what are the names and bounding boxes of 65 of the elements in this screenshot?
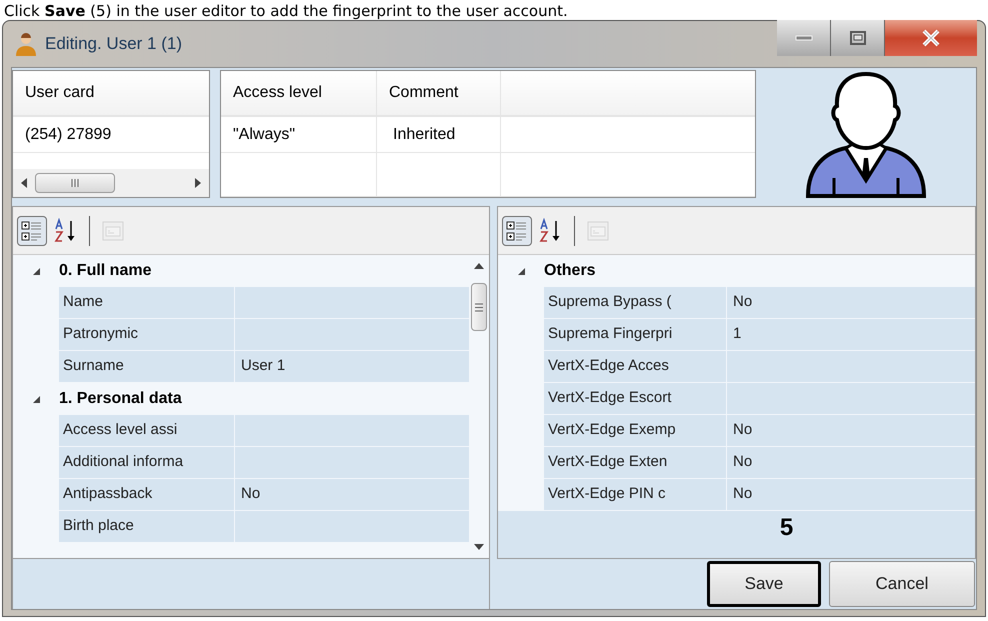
- property-value-cell[interactable]: No: [727, 287, 975, 319]
- minimize-button[interactable]: [777, 20, 831, 56]
- property-name-cell[interactable]: VertX-Edge PIN c: [544, 479, 727, 511]
- section-title: 1. Personal data: [59, 389, 182, 409]
- table-cell[interactable]: "Always": [221, 117, 377, 152]
- property-value-cell[interactable]: [235, 447, 469, 479]
- scroll-left-icon: [21, 178, 27, 188]
- callout-number: 5: [780, 513, 794, 543]
- property-name-cell[interactable]: VertX-Edge Exemp: [544, 415, 727, 447]
- property-value-cell[interactable]: [727, 383, 975, 415]
- table-cell[interactable]: (254) 27899: [13, 117, 209, 153]
- property-name-cell[interactable]: Surname: [59, 351, 235, 383]
- property-name-cell[interactable]: Name: [59, 287, 235, 319]
- property-name-cell[interactable]: VertX-Edge Exten: [544, 447, 727, 479]
- property-value-cell[interactable]: No: [727, 479, 975, 511]
- property-name-cell[interactable]: Suprema Bypass (: [544, 287, 727, 319]
- property-value-cell[interactable]: [235, 415, 469, 447]
- instruction-text: Click Save (5) in the user editor to add the fingerprint to the user account.: [4, 2, 568, 20]
- expand-arrow-icon: [32, 266, 40, 276]
- property-name-cell[interactable]: Antipassback: [59, 479, 235, 511]
- property-value-cell[interactable]: No: [727, 415, 975, 447]
- property-value-cell[interactable]: No: [235, 479, 469, 511]
- property-value-cell[interactable]: [235, 511, 469, 543]
- close-icon: [920, 29, 942, 47]
- section-title: Others: [544, 261, 596, 281]
- property-name-cell[interactable]: VertX-Edge Acces: [544, 351, 727, 383]
- maximize-button[interactable]: [831, 20, 885, 56]
- property-value-cell[interactable]: [727, 351, 975, 383]
- property-value-cell[interactable]: [235, 319, 469, 351]
- section-title: 0. Full name: [59, 261, 152, 281]
- grip-icon: [475, 302, 483, 312]
- property-value-cell[interactable]: User 1: [235, 351, 469, 383]
- property-name-cell[interactable]: Birth place: [59, 511, 235, 543]
- column-header[interactable]: Access level: [221, 71, 377, 115]
- user-icon: [15, 32, 37, 56]
- toolbar-button[interactable]: [502, 216, 532, 246]
- property-name-cell[interactable]: VertX-Edge Escort: [544, 383, 727, 415]
- scroll-up-icon: [474, 263, 484, 269]
- table-cell[interactable]: Inherited: [377, 117, 501, 152]
- property-pages-icon: [586, 218, 610, 242]
- window-title: Editing. User 1 (1): [45, 33, 182, 56]
- property-value-cell[interactable]: No: [727, 447, 975, 479]
- expand-arrow-icon: [516, 266, 526, 276]
- minimize-icon: [794, 35, 812, 41]
- property-pages-icon: [101, 218, 125, 242]
- categorized-icon: [20, 218, 44, 242]
- dialog-button[interactable]: Save: [707, 561, 821, 607]
- toolbar-button[interactable]: [17, 216, 47, 246]
- scroll-down-icon: [474, 544, 484, 550]
- property-name-cell[interactable]: Access level assi: [59, 415, 235, 447]
- horizontal-scrollbar[interactable]: [13, 169, 209, 197]
- categorized-icon: [505, 218, 529, 242]
- close-button[interactable]: [885, 20, 977, 56]
- property-value-cell[interactable]: 1: [727, 319, 975, 351]
- user-avatar-icon: [804, 70, 928, 200]
- grip-icon: [70, 179, 80, 187]
- expand-arrow-icon: [32, 394, 40, 404]
- property-value-cell[interactable]: [235, 287, 469, 319]
- property-name-cell[interactable]: Additional informa: [59, 447, 235, 479]
- property-name-cell[interactable]: Patronymic: [59, 319, 235, 351]
- maximize-icon: [848, 30, 866, 46]
- dialog-button[interactable]: Cancel: [829, 561, 975, 607]
- property-name-cell[interactable]: Suprema Fingerpri: [544, 319, 727, 351]
- column-header[interactable]: Comment: [377, 71, 501, 115]
- scroll-right-icon: [195, 178, 201, 188]
